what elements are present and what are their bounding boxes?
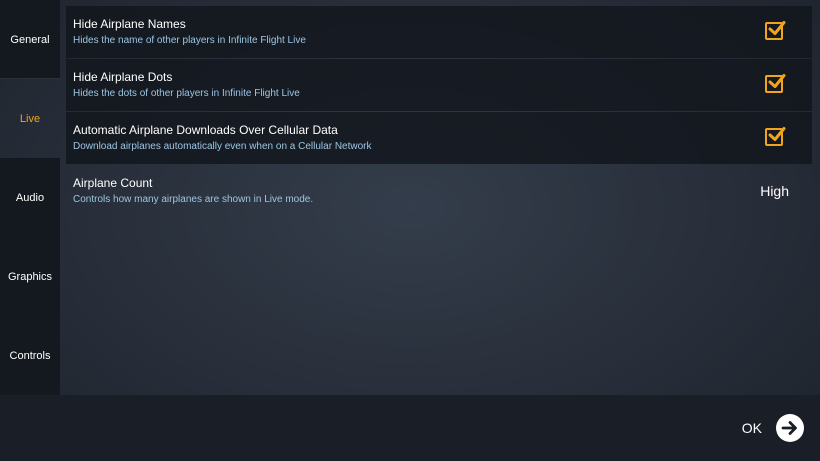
tab-controls-label: Controls (9, 349, 51, 362)
tab-audio-label: Audio (15, 191, 45, 204)
setting-row-cellular-downloads[interactable]: Automatic Airplane Downloads Over Cellul… (66, 112, 812, 164)
settings-screen: General Live Audio Graphics Controls Hid… (0, 0, 820, 461)
hide-airplane-dots-checkbox[interactable] (765, 74, 786, 93)
hide-airplane-names-checkbox[interactable] (765, 21, 786, 40)
setting-title: Hide Airplane Dots (73, 70, 173, 84)
settings-list: Hide Airplane Names Hides the name of ot… (66, 6, 812, 218)
tab-live[interactable]: Live (0, 79, 60, 158)
setting-description: Hides the dots of other players in Infin… (73, 88, 300, 99)
ok-label: OK (741, 420, 762, 436)
setting-title: Automatic Airplane Downloads Over Cellul… (73, 123, 338, 137)
airplane-count-value[interactable]: High (760, 183, 789, 199)
cellular-downloads-checkbox[interactable] (765, 127, 786, 146)
settings-sidebar: General Live Audio Graphics Controls (0, 0, 60, 395)
tab-live-label: Live (19, 112, 41, 125)
checkmark-icon (768, 127, 786, 141)
bottom-bar: OK (0, 395, 820, 461)
setting-title: Airplane Count (73, 176, 153, 190)
checkmark-icon (768, 74, 786, 88)
setting-description: Download airplanes automatically even wh… (73, 141, 372, 152)
setting-description: Hides the name of other players in Infin… (73, 35, 306, 46)
tab-general[interactable]: General (0, 0, 60, 79)
tab-graphics-label: Graphics (7, 270, 53, 283)
arrow-right-circle-icon (776, 414, 804, 442)
checkmark-icon (768, 21, 786, 35)
setting-row-hide-airplane-dots[interactable]: Hide Airplane Dots Hides the dots of oth… (66, 59, 812, 111)
tab-general-label: General (10, 33, 50, 46)
tab-audio[interactable]: Audio (0, 158, 60, 237)
ok-button[interactable]: OK (742, 412, 804, 444)
tab-controls[interactable]: Controls (0, 316, 60, 395)
tab-graphics[interactable]: Graphics (0, 237, 60, 316)
setting-description: Controls how many airplanes are shown in… (73, 194, 314, 205)
setting-row-airplane-count[interactable]: Airplane Count Controls how many airplan… (66, 165, 812, 217)
setting-row-hide-airplane-names[interactable]: Hide Airplane Names Hides the name of ot… (66, 6, 812, 58)
setting-title: Hide Airplane Names (73, 17, 186, 31)
